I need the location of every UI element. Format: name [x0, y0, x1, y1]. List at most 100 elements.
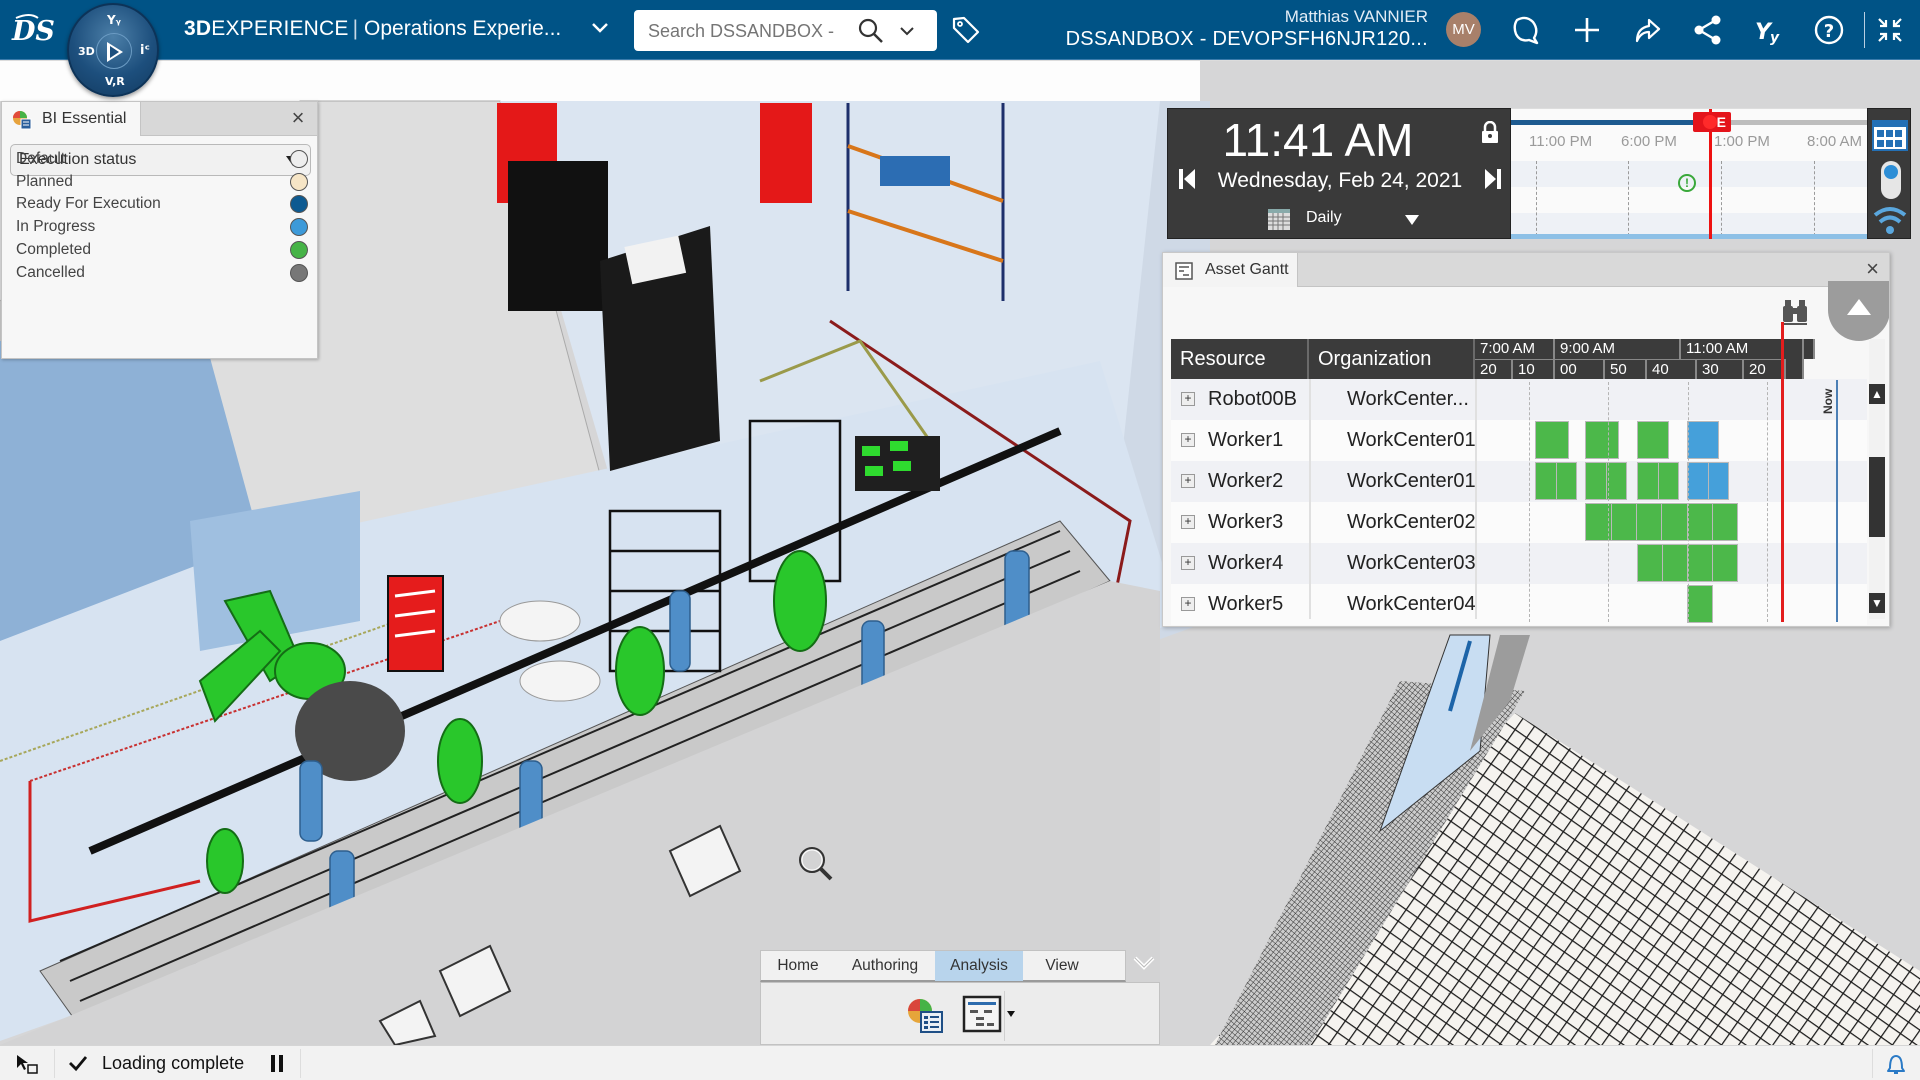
gantt-task-bar-completed[interactable] [1535, 421, 1569, 459]
gantt-row[interactable]: + Worker5 WorkCenter04 [1171, 584, 1867, 625]
gantt-task-bar-in-progress[interactable] [1687, 462, 1729, 500]
column-header-resource[interactable]: Resource [1171, 339, 1309, 379]
next-day-icon[interactable] [1484, 167, 1502, 191]
tab-authoring[interactable]: Authoring [835, 951, 935, 981]
plus-icon[interactable] [1569, 12, 1605, 48]
timeline-elapsed [1511, 120, 1709, 125]
user-name[interactable]: Matthias VANNIER [1285, 7, 1428, 27]
user-avatar[interactable]: MV [1446, 12, 1481, 47]
legend-item-completed[interactable]: Completed [16, 239, 308, 263]
share-arrow-icon[interactable] [1629, 12, 1665, 48]
tab-analysis[interactable]: Analysis [935, 951, 1023, 981]
event-marker-icon[interactable]: ! [1678, 174, 1696, 192]
play-icon [107, 42, 123, 62]
lock-icon[interactable] [1481, 120, 1499, 143]
scroll-thumb[interactable] [1869, 457, 1885, 537]
gantt-row[interactable]: + Robot00B WorkCenter... [1171, 379, 1867, 420]
binoculars-icon[interactable] [1780, 298, 1810, 326]
now-label: Now [1821, 388, 1835, 414]
gantt-row[interactable]: + Worker3 WorkCenter02 [1171, 502, 1867, 543]
collapse-up-button[interactable] [1828, 281, 1889, 341]
gantt-row[interactable]: + Worker1 WorkCenter01 [1171, 420, 1867, 461]
zoom-cursor-icon [795, 843, 837, 885]
gantt-row[interactable]: + Worker4 WorkCenter03 [1171, 543, 1867, 584]
time-header-major: 9:00 AM [1555, 339, 1681, 359]
gantt-task-bar-completed[interactable] [1584, 462, 1627, 500]
expand-icon[interactable]: + [1181, 556, 1195, 570]
connection-icon[interactable] [1872, 201, 1908, 237]
gantt-row[interactable]: + Worker2 WorkCenter01 [1171, 461, 1867, 502]
expand-chevron-icon[interactable] [1132, 952, 1156, 974]
compass-quadrant-3d[interactable]: 3D [78, 45, 95, 58]
compass-quadrant-vr[interactable]: V,R [105, 75, 125, 88]
timeline-gridline [1628, 161, 1629, 236]
legend-item-planned[interactable]: Planned [16, 171, 308, 195]
bi-essential-command-icon[interactable] [906, 997, 944, 1033]
tab-home[interactable]: Home [761, 951, 835, 981]
tenant-name[interactable]: DSSANDBOX - DEVOPSFH6NJR120... [1066, 28, 1428, 51]
3dexperience-compass[interactable]: Yᵧ 3D iᶜ V,R [67, 3, 159, 97]
legend-item-in-progress[interactable]: In Progress [16, 216, 308, 240]
gantt-task-bar-completed[interactable] [1636, 462, 1679, 500]
search-input[interactable] [648, 19, 858, 43]
organization-name: WorkCenter02 [1347, 511, 1476, 533]
timeline-strip[interactable]: 11:00 PM 6:00 PM 1:00 PM 8:00 AM ! E [1511, 108, 1867, 239]
tab-bi-essential[interactable]: BI Essential [2, 102, 141, 136]
expand-icon[interactable]: + [1181, 515, 1195, 529]
share-network-icon[interactable] [1690, 12, 1726, 48]
selection-mode-icon[interactable] [15, 1053, 39, 1075]
close-icon[interactable]: × [287, 107, 309, 129]
search-icon[interactable] [856, 16, 886, 46]
legend-item-ready-for-execution[interactable]: Ready For Execution [16, 193, 308, 217]
legend-label: Ready For Execution [16, 195, 161, 213]
collapse-icon[interactable] [1872, 12, 1908, 48]
speech-bubble-icon[interactable] [1508, 12, 1544, 48]
expand-icon[interactable]: + [1181, 597, 1195, 611]
timeline-handle[interactable]: E [1693, 112, 1731, 132]
timeline-scrollbar[interactable] [1511, 234, 1867, 239]
gantt-task-bar-in-progress[interactable] [1687, 421, 1719, 459]
search-scope-chevron-icon[interactable] [898, 22, 916, 40]
organization-name: WorkCenter01 [1347, 429, 1476, 451]
gantt-command-icon[interactable] [962, 995, 1002, 1033]
live-toggle[interactable] [1881, 161, 1901, 199]
tag-icon[interactable] [950, 14, 982, 46]
time-header-minor: 20 [1744, 359, 1786, 379]
compass-quadrant-social[interactable]: Yᵧ [107, 13, 121, 27]
organization-name: WorkCenter03 [1347, 552, 1476, 574]
scroll-down-icon[interactable]: ▼ [1869, 593, 1885, 613]
compass-swym-icon[interactable]: Yy [1750, 12, 1786, 48]
gantt-gridline [1608, 382, 1609, 622]
expand-icon[interactable]: + [1181, 433, 1195, 447]
expand-icon[interactable]: + [1181, 392, 1195, 406]
tab-view[interactable]: View [1023, 951, 1101, 981]
app-name[interactable]: Operations Experie... [364, 17, 561, 41]
gantt-task-bar-completed[interactable] [1687, 585, 1714, 623]
period-dropdown-icon[interactable] [1405, 215, 1419, 225]
gantt-scrollbar[interactable]: ▲ ▼ [1869, 339, 1885, 619]
period-select[interactable]: Daily [1306, 209, 1342, 227]
legend-item-default[interactable]: Default [16, 148, 308, 172]
gantt-task-bar-completed[interactable] [1584, 421, 1619, 459]
chevron-down-icon[interactable] [590, 18, 610, 38]
status-bar: Loading complete [0, 1045, 1920, 1080]
calendar-grid-icon[interactable] [1872, 117, 1908, 151]
timeline-tick-label: 6:00 PM [1621, 133, 1677, 150]
expand-icon[interactable]: + [1181, 474, 1195, 488]
resource-name: Worker2 [1208, 470, 1284, 492]
gantt-command-dropdown-icon[interactable] [1007, 1011, 1015, 1017]
close-icon[interactable]: × [1866, 258, 1879, 280]
status-text: Loading complete [102, 1053, 245, 1073]
dassault-logo-icon[interactable]: DS [10, 12, 55, 48]
scroll-up-icon[interactable]: ▲ [1869, 384, 1885, 404]
gantt-task-bar-completed[interactable] [1535, 462, 1577, 500]
current-date: Wednesday, Feb 24, 2021 [1217, 169, 1463, 192]
help-icon[interactable]: ? [1811, 12, 1847, 48]
compass-quadrant-info[interactable]: iᶜ [140, 43, 150, 58]
pause-icon[interactable] [270, 1055, 284, 1072]
tab-asset-gantt[interactable]: Asset Gantt [1163, 253, 1298, 287]
legend-item-cancelled[interactable]: Cancelled [16, 262, 308, 286]
notification-bell-icon[interactable] [1884, 1052, 1908, 1076]
column-header-organization[interactable]: Organization [1309, 339, 1475, 379]
gantt-task-bar-completed[interactable] [1636, 421, 1670, 459]
